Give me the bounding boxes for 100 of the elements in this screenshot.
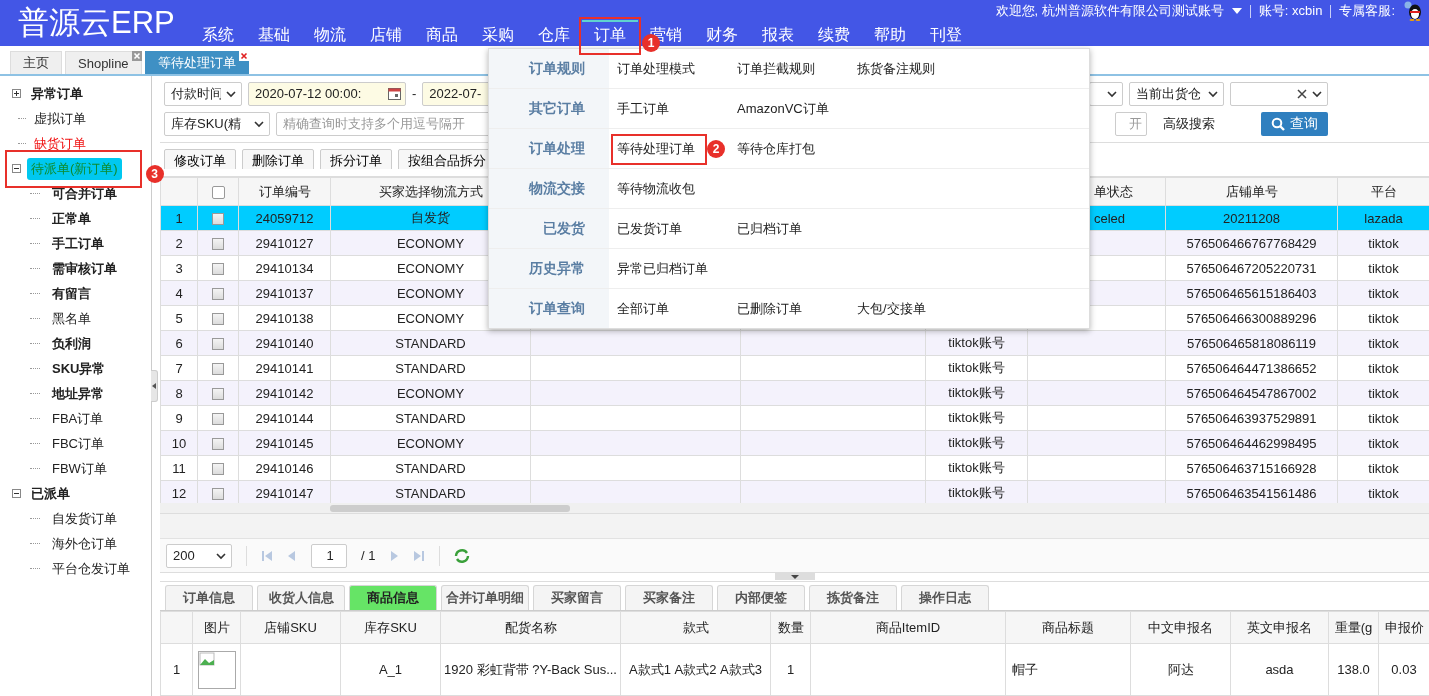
detail-tab[interactable]: 商品信息 (349, 585, 437, 610)
detail-tab[interactable]: 收货人信息 (257, 585, 345, 610)
menu-item[interactable]: 已删除订单 (737, 299, 857, 318)
nav-menu-item[interactable]: 采购 (470, 20, 526, 46)
collapse-icon[interactable] (12, 164, 21, 173)
nav-menu-item[interactable]: 续费 (806, 20, 862, 46)
tree-item[interactable]: 可合并订单 (48, 182, 121, 205)
tree-item[interactable]: 有留言 (48, 282, 95, 305)
tree-item[interactable]: 黑名单 (48, 307, 95, 330)
detail-tab[interactable]: 买家备注 (625, 585, 713, 610)
menu-item[interactable]: 拣货备注规则 (857, 59, 977, 78)
checkbox[interactable] (212, 488, 224, 501)
page-tab[interactable]: 主页 (10, 51, 62, 74)
splitter-handle[interactable] (774, 573, 815, 581)
tree-item[interactable]: 地址异常 (48, 382, 108, 405)
select-field[interactable] (1230, 81, 1328, 106)
penguin-icon[interactable] (1403, 1, 1423, 21)
tree-item[interactable]: 已派单 (27, 482, 74, 505)
tree-item[interactable]: 异常订单 (27, 82, 87, 105)
nav-menu-item[interactable]: 商品 (414, 20, 470, 46)
clear-icon[interactable] (1297, 88, 1307, 99)
nav-menu-item[interactable]: 物流 (302, 20, 358, 46)
menu-item[interactable]: 异常已归档订单 (617, 259, 737, 278)
close-icon[interactable] (131, 51, 142, 61)
scrollbar-thumb[interactable] (330, 504, 570, 512)
tree-item[interactable]: 海外仓订单 (48, 532, 121, 555)
menu-item[interactable]: 已归档订单 (737, 219, 857, 238)
detail-tab[interactable]: 拣货备注 (809, 585, 897, 610)
select-field[interactable]: 当前出货仓 (1129, 81, 1224, 106)
last-page-icon[interactable] (413, 549, 426, 562)
checkbox[interactable] (212, 438, 224, 451)
tree-item[interactable]: FBC订单 (48, 432, 108, 455)
detail-tab[interactable]: 订单信息 (165, 585, 253, 610)
advanced-search-link[interactable]: 高级搜索 (1163, 114, 1215, 133)
tree-item[interactable]: 正常单 (48, 207, 95, 230)
nav-menu-item[interactable]: 财务 (694, 20, 750, 46)
tree-item[interactable]: 自发货订单 (48, 507, 121, 530)
select-field[interactable]: 库存SKU(精 (164, 111, 270, 136)
page-tab[interactable]: Shopline (65, 51, 142, 74)
nav-menu-item[interactable]: 系统 (190, 20, 246, 46)
query-button[interactable]: 查询 (1261, 111, 1328, 136)
nav-menu-item[interactable]: 店铺 (358, 20, 414, 46)
checkbox[interactable] (212, 338, 224, 351)
menu-item[interactable]: 手工订单 (617, 99, 737, 118)
menu-item[interactable]: 订单处理模式 (617, 59, 737, 78)
toolbar-button[interactable]: 拆分订单 (320, 149, 392, 170)
tree-item[interactable]: 需审核订单 (48, 257, 121, 280)
detail-tab[interactable]: 内部便签 (717, 585, 805, 610)
refresh-icon[interactable] (454, 547, 471, 564)
nav-menu-item[interactable]: 基础 (246, 20, 302, 46)
checkbox[interactable] (212, 263, 224, 276)
detail-tab[interactable]: 操作日志 (901, 585, 989, 610)
checkbox[interactable] (211, 186, 225, 200)
page-tab[interactable]: 等待处理订单 (144, 51, 249, 74)
menu-item[interactable]: 等待物流收包 (617, 179, 737, 198)
menu-item[interactable]: 已发货订单 (617, 219, 737, 238)
checkbox[interactable] (212, 463, 224, 476)
tree-item[interactable]: 手工订单 (48, 232, 108, 255)
tree-item[interactable]: 缺货订单 (30, 132, 90, 155)
menu-item[interactable]: 全部订单 (617, 299, 737, 318)
checkbox[interactable] (212, 313, 224, 326)
toolbar-button[interactable]: 修改订单 (164, 149, 236, 170)
nav-menu-item[interactable]: 报表 (750, 20, 806, 46)
tree-item[interactable]: 负利润 (48, 332, 95, 355)
collapse-icon[interactable] (12, 489, 21, 498)
checkbox[interactable] (212, 363, 224, 376)
tree-item[interactable]: 平台仓发订单 (48, 557, 134, 580)
page-size-select[interactable]: 200 (166, 543, 232, 568)
checkbox[interactable] (212, 238, 224, 251)
collapse-handle[interactable] (151, 370, 158, 402)
nav-menu-item[interactable]: 帮助 (862, 20, 918, 46)
checkbox[interactable] (212, 288, 224, 301)
detail-tab[interactable]: 合并订单明细 (441, 585, 529, 610)
tree-item[interactable]: FBA订单 (48, 407, 108, 430)
expand-icon[interactable] (12, 89, 21, 98)
previous-page-icon[interactable] (287, 549, 297, 562)
menu-item[interactable]: 订单拦截规则 (737, 59, 857, 78)
checkbox[interactable] (212, 413, 224, 426)
next-page-icon[interactable] (389, 549, 400, 562)
menu-item[interactable]: 等待仓库打包 (737, 139, 857, 158)
tree-item[interactable]: SKU异常 (48, 357, 110, 380)
menu-item[interactable]: 大包/交接单 (857, 299, 977, 318)
page-input[interactable]: 1 (311, 543, 347, 568)
nav-menu-item[interactable]: 仓库 (526, 20, 582, 46)
detail-tab[interactable]: 买家留言 (533, 585, 621, 610)
menu-item[interactable]: 等待处理订单 (617, 139, 695, 158)
caret-icon[interactable] (1231, 7, 1242, 15)
close-icon[interactable] (238, 51, 249, 61)
tree-item[interactable]: 虚拟订单 (30, 107, 90, 130)
calendar-icon[interactable] (388, 87, 401, 101)
first-page-icon[interactable] (261, 549, 273, 562)
nav-menu-item[interactable]: 刊登 (918, 20, 974, 46)
select-field[interactable] (1089, 81, 1123, 106)
date-field[interactable]: 2020-07-12 00:00: (248, 81, 406, 106)
checkbox[interactable] (212, 388, 224, 401)
checkbox[interactable] (212, 213, 224, 226)
menu-item[interactable]: AmazonVC订单 (737, 99, 857, 118)
toolbar-button[interactable]: 删除订单 (242, 149, 314, 170)
select-field[interactable]: 付款时间 (164, 81, 242, 106)
tree-item[interactable]: FBW订单 (48, 457, 111, 480)
